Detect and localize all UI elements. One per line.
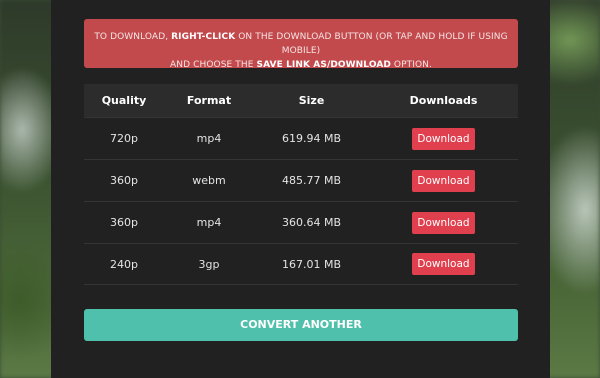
header-downloads: Downloads bbox=[409, 94, 478, 107]
download-button[interactable]: Download bbox=[412, 169, 475, 192]
downloads-cell: Download bbox=[369, 127, 518, 150]
quality-cell: 720p bbox=[110, 132, 138, 145]
downloads-cell: Download bbox=[369, 253, 518, 275]
quality-cell: 240p bbox=[110, 257, 138, 271]
format-cell: 3gp bbox=[198, 257, 220, 271]
download-button[interactable]: Download bbox=[412, 211, 475, 234]
header-format: Format bbox=[186, 94, 232, 107]
size-cell: 167.01 MB bbox=[281, 257, 342, 271]
format-cell: webm bbox=[192, 174, 226, 187]
table-row: 720p mp4 619.94 MB Download bbox=[84, 117, 518, 159]
download-table: Quality Format Size Downloads 720p mp4 6… bbox=[84, 84, 518, 285]
table-row: 360p mp4 360.64 MB Download bbox=[84, 201, 518, 243]
format-cell: mp4 bbox=[196, 132, 222, 145]
downloads-cell: Download bbox=[369, 169, 518, 192]
downloads-cell: Download bbox=[369, 211, 518, 234]
header-size: Size bbox=[298, 94, 325, 107]
header-quality: Quality bbox=[101, 94, 147, 107]
download-instructions-alert: TO DOWNLOAD, RIGHT-CLICK ON THE DOWNLOAD… bbox=[84, 19, 518, 70]
table-header: Quality Format Size Downloads bbox=[84, 84, 518, 117]
save-link-emphasis: SAVE LINK AS/DOWNLOAD bbox=[256, 60, 391, 70]
right-click-emphasis: RIGHT-CLICK bbox=[171, 32, 236, 42]
download-button[interactable]: Download bbox=[412, 253, 475, 275]
size-cell: 360.64 MB bbox=[281, 216, 342, 229]
table-row: 240p 3gp 167.01 MB Download bbox=[84, 243, 518, 285]
alert-line-1: TO DOWNLOAD, RIGHT-CLICK ON THE DOWNLOAD… bbox=[94, 32, 508, 56]
size-cell: 485.77 MB bbox=[281, 174, 342, 187]
convert-another-button[interactable]: CONVERT ANOTHER bbox=[84, 309, 518, 341]
table-row: 360p webm 485.77 MB Download bbox=[84, 159, 518, 201]
format-cell: mp4 bbox=[196, 216, 222, 229]
size-cell: 619.94 MB bbox=[281, 132, 342, 145]
download-panel: TO DOWNLOAD, RIGHT-CLICK ON THE DOWNLOAD… bbox=[51, 0, 550, 378]
quality-cell: 360p bbox=[110, 174, 138, 187]
download-button[interactable]: Download bbox=[412, 127, 475, 150]
alert-line-2: AND CHOOSE THE SAVE LINK AS/DOWNLOAD OPT… bbox=[170, 60, 432, 70]
quality-cell: 360p bbox=[110, 216, 138, 229]
